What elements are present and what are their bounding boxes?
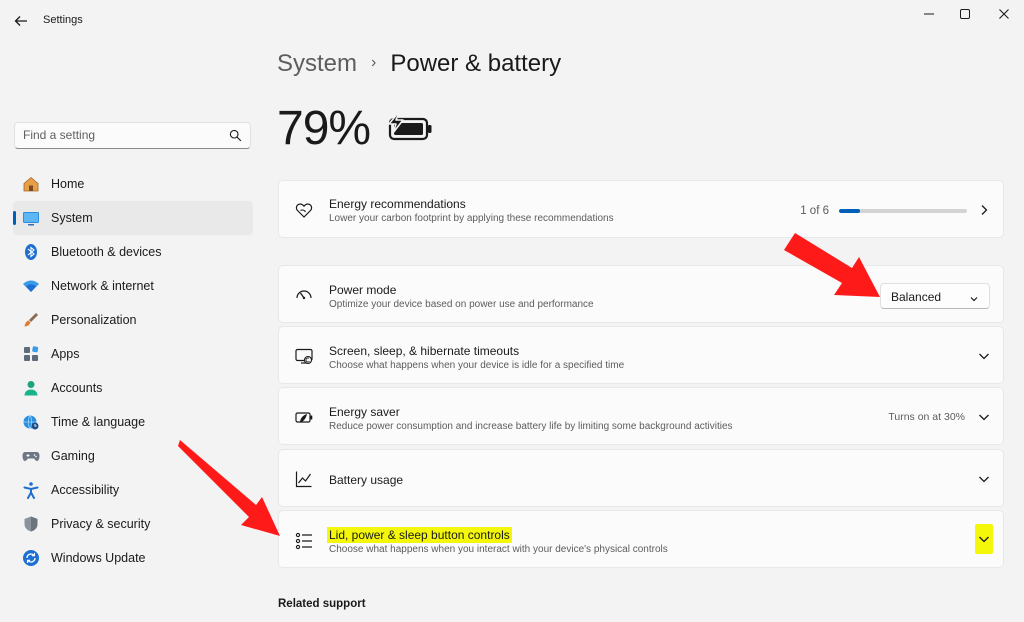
- sidebar-nav: Home System Bluetooth & devices Network …: [13, 167, 253, 575]
- brush-icon: [22, 311, 40, 329]
- screen-moon-icon: [293, 345, 315, 367]
- breadcrumb-separator: ›: [371, 54, 377, 71]
- sidebar-item-gaming[interactable]: Gaming: [13, 439, 253, 473]
- back-button[interactable]: [8, 8, 34, 34]
- card-title: Screen, sleep, & hibernate timeouts: [329, 344, 520, 358]
- lid-power-sleep-card[interactable]: Lid, power & sleep button controls Choos…: [278, 510, 1004, 568]
- list-settings-icon: [293, 530, 315, 552]
- back-arrow-icon: [14, 16, 27, 26]
- card-title: Battery usage: [329, 473, 404, 487]
- card-description: Lower your carbon footprint by applying …: [329, 213, 614, 224]
- progress-fill: [839, 209, 861, 213]
- card-description: Reduce power consumption and increase ba…: [329, 421, 733, 432]
- card-title: Lid, power & sleep button controls: [327, 527, 512, 543]
- shield-icon: [22, 515, 40, 533]
- battery-saver-icon: [293, 406, 315, 428]
- card-title: Power mode: [329, 283, 397, 297]
- battery-percentage: 79%: [277, 102, 371, 155]
- sidebar-item-label: Accounts: [51, 381, 103, 395]
- line-chart-icon: [293, 468, 315, 490]
- screen-sleep-card[interactable]: Screen, sleep, & hibernate timeouts Choo…: [278, 326, 1004, 384]
- sidebar-item-label: Personalization: [51, 313, 137, 327]
- search-icon[interactable]: [229, 129, 242, 147]
- sidebar-item-network[interactable]: Network & internet: [13, 269, 253, 303]
- dropdown-selected-value: Balanced: [891, 290, 942, 304]
- search-input[interactable]: [23, 128, 223, 142]
- maximize-icon: [960, 9, 970, 19]
- minimize-icon: [924, 13, 934, 15]
- chevron-right-icon[interactable]: [977, 203, 991, 217]
- gauge-icon: [293, 284, 315, 306]
- chevron-down-icon: [969, 291, 979, 309]
- sidebar-item-label: Time & language: [51, 415, 146, 429]
- minimize-button[interactable]: [912, 4, 946, 24]
- accessibility-icon: [22, 481, 40, 499]
- breadcrumb: System › Power & battery: [277, 50, 561, 78]
- apps-icon: [22, 345, 40, 363]
- person-icon: [22, 379, 40, 397]
- chevron-down-icon[interactable]: [977, 410, 991, 424]
- app-title: Settings: [43, 14, 83, 26]
- globe-clock-icon: [22, 413, 40, 431]
- sidebar-item-label: Windows Update: [51, 551, 146, 565]
- sidebar-item-home[interactable]: Home: [13, 167, 253, 201]
- card-description: Optimize your device based on power use …: [329, 299, 594, 310]
- wifi-icon: [22, 277, 40, 295]
- energy-saver-status: Turns on at 30%: [888, 411, 965, 423]
- leaf-heart-icon: [293, 199, 315, 221]
- sidebar-item-personalization[interactable]: Personalization: [13, 303, 253, 337]
- home-icon: [22, 175, 40, 193]
- card-description: Choose what happens when you interact wi…: [329, 544, 668, 555]
- chevron-down-icon[interactable]: [975, 524, 993, 554]
- chevron-down-icon[interactable]: [977, 472, 991, 486]
- energy-recommendations-card[interactable]: Energy recommendations Lower your carbon…: [278, 180, 1004, 238]
- sidebar-item-system[interactable]: System: [13, 201, 253, 235]
- sidebar-item-windows-update[interactable]: Windows Update: [13, 541, 253, 575]
- bluetooth-icon: [22, 243, 40, 261]
- breadcrumb-parent[interactable]: System: [277, 50, 357, 78]
- sidebar-item-accessibility[interactable]: Accessibility: [13, 473, 253, 507]
- sidebar-item-label: Gaming: [51, 449, 95, 463]
- search-box[interactable]: [14, 122, 251, 149]
- card-description: Choose what happens when your device is …: [329, 360, 625, 371]
- sidebar-item-label: Home: [51, 177, 85, 191]
- progress-text: 1 of 6: [800, 205, 829, 217]
- chevron-down-icon[interactable]: [977, 349, 991, 363]
- progress-bar: [839, 209, 967, 213]
- sidebar-item-label: Accessibility: [51, 483, 120, 497]
- card-title: Energy recommendations: [329, 197, 466, 211]
- page-title: Power & battery: [390, 50, 562, 77]
- sidebar-item-label: System: [51, 211, 93, 225]
- close-icon: [999, 9, 1009, 19]
- battery-charging-icon: [386, 112, 434, 148]
- battery-usage-card[interactable]: Battery usage: [278, 449, 1004, 507]
- related-support-heading: Related support: [278, 598, 366, 610]
- monitor-icon: [22, 209, 40, 227]
- close-button[interactable]: [987, 4, 1021, 24]
- sidebar-item-accounts[interactable]: Accounts: [13, 371, 253, 405]
- energy-saver-card[interactable]: Energy saver Reduce power consumption an…: [278, 387, 1004, 445]
- sidebar-item-label: Network & internet: [51, 279, 154, 293]
- sidebar-item-privacy[interactable]: Privacy & security: [13, 507, 253, 541]
- gamepad-icon: [22, 447, 40, 465]
- card-title: Energy saver: [329, 405, 400, 419]
- title-bar: Settings: [0, 0, 1024, 40]
- sidebar-item-label: Apps: [51, 347, 80, 361]
- sidebar-item-time-language[interactable]: Time & language: [13, 405, 253, 439]
- sidebar-item-label: Privacy & security: [51, 517, 151, 531]
- power-mode-card: Power mode Optimize your device based on…: [278, 265, 1004, 323]
- update-icon: [22, 549, 40, 567]
- power-mode-dropdown[interactable]: Balanced: [880, 283, 990, 309]
- sidebar-item-label: Bluetooth & devices: [51, 245, 162, 259]
- sidebar-item-bluetooth[interactable]: Bluetooth & devices: [13, 235, 253, 269]
- maximize-button[interactable]: [948, 4, 982, 24]
- sidebar-item-apps[interactable]: Apps: [13, 337, 253, 371]
